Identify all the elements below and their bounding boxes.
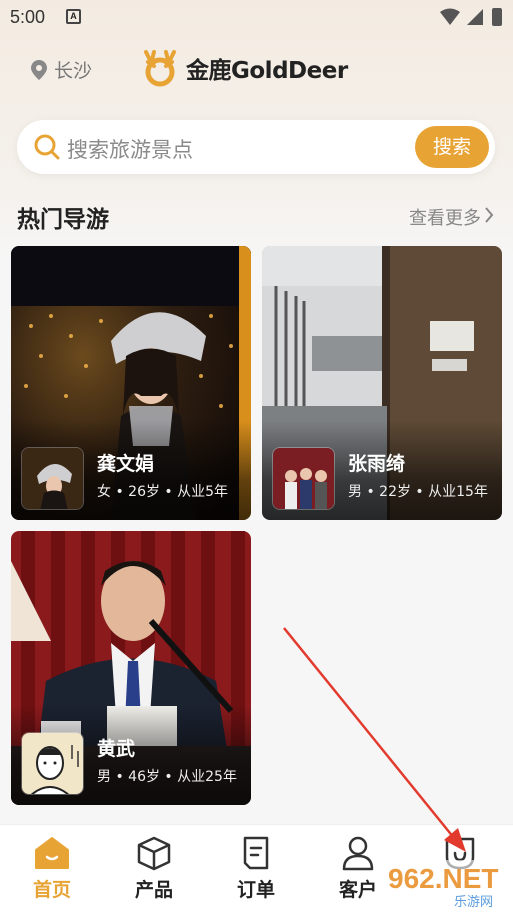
order-icon (243, 836, 269, 870)
location-label: 长沙 (54, 60, 93, 82)
guide-name: 龚文娟 (97, 453, 155, 475)
guide-meta: 女 • 26岁 • 从业5年 (97, 484, 229, 500)
tab-products[interactable]: 产品 (104, 835, 204, 902)
chevron-right-icon[interactable] (484, 206, 494, 224)
location-pin-icon (31, 59, 47, 80)
search-input[interactable]: 搜索旅游景点 (67, 134, 193, 164)
guide-card[interactable]: 黄武 男 • 46岁 • 从业25年 (11, 531, 251, 805)
guide-avatar (21, 732, 84, 795)
watermark-logo-icon: 962.NET 乐游网 (383, 858, 503, 908)
app-logo: 金鹿GoldDeer (140, 48, 348, 88)
status-bar: 5:00 A (0, 0, 513, 36)
watermark-sub: 乐游网 (454, 895, 493, 908)
location-selector[interactable]: 长沙 (30, 56, 92, 83)
guide-card[interactable]: 龚文娟 女 • 26岁 • 从业5年 (11, 246, 251, 520)
guide-meta: 男 • 46岁 • 从业25年 (97, 769, 237, 785)
search-icon (34, 134, 60, 160)
see-more-link[interactable]: 查看更多 (409, 204, 481, 230)
search-bar[interactable]: 搜索旅游景点 搜索 (17, 120, 495, 174)
guide-name: 黄武 (97, 738, 136, 760)
guide-meta: 男 • 22岁 • 从业15年 (348, 484, 488, 500)
guide-avatar (272, 447, 335, 510)
user-icon (342, 836, 374, 871)
battery-icon (492, 8, 502, 26)
watermark-text: 962.NET (388, 863, 499, 894)
guide-card[interactable]: 张雨绮 男 • 22岁 • 从业15年 (262, 246, 502, 520)
guide-avatar (21, 447, 84, 510)
nav-label: 首页 (32, 879, 71, 901)
home-icon (35, 837, 69, 869)
nav-label: 订单 (236, 879, 275, 901)
notification-a-icon: A (66, 9, 81, 24)
guide-name: 张雨绮 (348, 453, 406, 475)
status-time: 5:00 (10, 7, 46, 27)
deer-logo-icon (144, 50, 176, 87)
signal-icon (467, 9, 483, 25)
search-button[interactable]: 搜索 (415, 126, 489, 168)
section-title: 热门导游 (17, 207, 109, 233)
tab-orders[interactable]: 订单 (206, 835, 306, 902)
wifi-icon (440, 8, 460, 25)
logo-text: 金鹿GoldDeer (186, 58, 348, 84)
box-icon (137, 836, 171, 871)
nav-label: 产品 (134, 879, 173, 901)
tab-home[interactable]: 首页 (2, 835, 102, 902)
